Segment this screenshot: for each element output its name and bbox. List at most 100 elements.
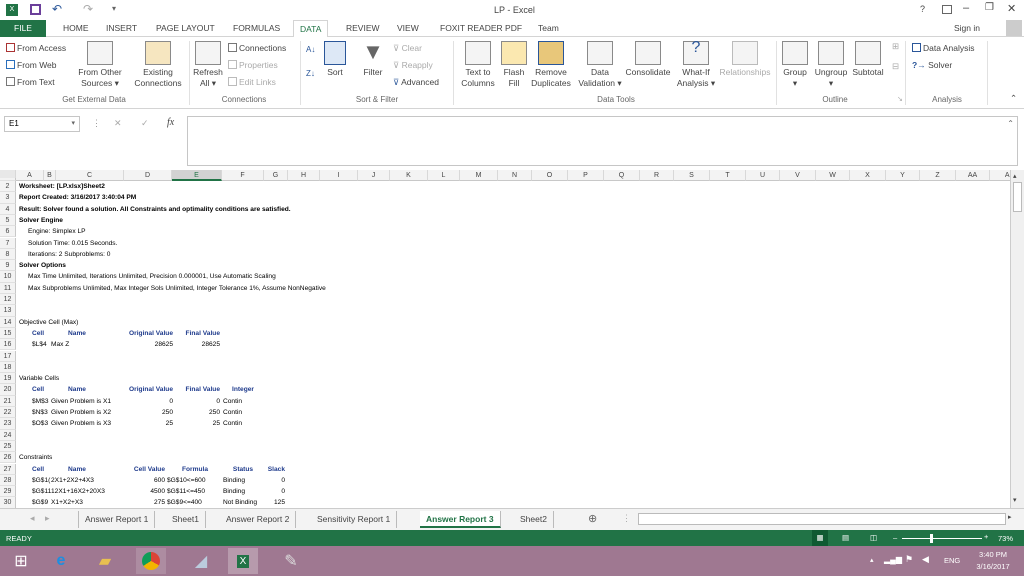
variable-cell[interactable]: $N$3 xyxy=(32,407,48,418)
objective-cell[interactable]: 28625 xyxy=(175,339,220,350)
save-icon[interactable] xyxy=(30,4,41,15)
collapse-ribbon-icon[interactable]: ⌃ xyxy=(1010,93,1017,104)
sheet-tab-sheet2[interactable]: Sheet2 xyxy=(514,511,554,528)
report-options-1[interactable]: Max Time Unlimited, Iterations Unlimited… xyxy=(28,271,276,282)
constraint-header[interactable]: Cell xyxy=(32,464,44,475)
constraints-title[interactable]: Constraints xyxy=(19,452,52,463)
sheet-tab-answer-report-2[interactable]: Answer Report 2 xyxy=(220,511,297,528)
vertical-scroll-thumb[interactable] xyxy=(1013,182,1022,212)
previous-sheet-icon[interactable]: ◂ xyxy=(30,513,35,524)
row-header-27[interactable]: 27 xyxy=(0,463,16,475)
report-worksheet[interactable]: Worksheet: [LP.xlsx]Sheet2 xyxy=(19,181,105,192)
zoom-slider[interactable] xyxy=(902,538,982,539)
minimize-button[interactable]: – xyxy=(963,2,969,14)
reapply-button[interactable]: ⊽ Reapply xyxy=(393,60,433,71)
user-avatar-icon[interactable] xyxy=(1006,20,1022,36)
normal-view-icon[interactable]: ▦ xyxy=(812,530,828,546)
report-engine-title[interactable]: Solver Engine xyxy=(19,215,63,226)
collapse-formula-bar-icon[interactable]: ⌃ xyxy=(1007,119,1014,128)
tab-file[interactable]: FILE xyxy=(0,20,46,37)
row-header-21[interactable]: 21 xyxy=(0,395,16,407)
column-header-j[interactable]: J xyxy=(358,170,390,181)
relationships-button[interactable]: Relationships xyxy=(718,41,772,78)
customize-qat-icon[interactable]: ▾ xyxy=(112,4,116,13)
sheet-tab-answer-report-1[interactable]: Answer Report 1 xyxy=(78,511,156,528)
row-header-14[interactable]: 14 xyxy=(0,316,16,328)
row-header-17[interactable]: 17 xyxy=(0,350,16,362)
file-explorer-icon[interactable]: ▰ xyxy=(90,548,120,574)
flash-fill-button[interactable]: Flash Fill xyxy=(499,41,529,89)
column-header-q[interactable]: Q xyxy=(604,170,640,181)
remove-duplicates-button[interactable]: Remove Duplicates xyxy=(527,41,575,89)
constraint-cell[interactable]: 600 xyxy=(120,475,165,486)
page-break-preview-icon[interactable]: ◫ xyxy=(870,533,877,542)
column-header-t[interactable]: T xyxy=(710,170,746,181)
zoom-in-button[interactable]: + xyxy=(984,532,988,541)
column-header-m[interactable]: M xyxy=(460,170,498,181)
column-header-c[interactable]: C xyxy=(56,170,124,181)
filter-button[interactable]: ▼ Filter xyxy=(358,41,388,78)
paint-icon[interactable]: ✎ xyxy=(276,548,306,574)
properties-button[interactable]: Properties xyxy=(228,60,278,70)
row-header-25[interactable]: 25 xyxy=(0,440,16,453)
objective-cell[interactable]: $L$4 xyxy=(32,339,47,350)
variable-header[interactable]: Cell xyxy=(32,384,44,395)
tab-view[interactable]: VIEW xyxy=(391,20,425,37)
hide-detail-icon[interactable]: ⊟ xyxy=(892,61,899,72)
objective-cell[interactable]: 28625 xyxy=(123,339,173,350)
column-header-h[interactable]: H xyxy=(288,170,320,181)
variable-cell[interactable]: $M$3 xyxy=(32,396,49,407)
row-header-6[interactable]: 6 xyxy=(0,226,16,238)
tab-page-layout[interactable]: PAGE LAYOUT xyxy=(150,20,221,37)
row-header-8[interactable]: 8 xyxy=(0,248,16,261)
undo-icon[interactable]: ↶ xyxy=(52,2,62,16)
constraint-cell[interactable]: $G$9 xyxy=(32,497,48,508)
column-header-d[interactable]: D xyxy=(124,170,172,181)
formula-input[interactable]: ⌃ xyxy=(187,116,1018,166)
column-header-o[interactable]: O xyxy=(532,170,568,181)
sort-button[interactable]: Sort xyxy=(320,41,350,78)
windows-start-icon[interactable]: ⊞ xyxy=(6,548,36,574)
row-header-9[interactable]: 9 xyxy=(0,260,16,272)
vertical-scrollbar[interactable]: ▴ ▾ xyxy=(1010,170,1024,508)
column-header-f[interactable]: F xyxy=(222,170,264,181)
objective-header[interactable]: Name xyxy=(52,328,102,339)
row-header-20[interactable]: 20 xyxy=(0,384,16,396)
variable-cell[interactable]: 0 xyxy=(175,396,220,407)
constraint-cell[interactable]: 0 xyxy=(265,486,285,497)
scroll-up-icon[interactable]: ▴ xyxy=(1013,172,1017,180)
advanced-filter-button[interactable]: ⊽ Advanced xyxy=(393,77,439,88)
row-header-11[interactable]: 11 xyxy=(0,282,16,294)
name-box[interactable]: E1 ▾ xyxy=(4,116,80,132)
constraint-cell[interactable]: $G$9<=400 xyxy=(167,497,202,508)
tab-formulas[interactable]: FORMULAS xyxy=(227,20,286,37)
worksheet-grid[interactable]: ABCDEFGHIJKLMNOPQRSTUVWXYZAAAB 123456789… xyxy=(0,170,1010,508)
next-sheet-icon[interactable]: ▸ xyxy=(45,513,50,524)
column-header-n[interactable]: N xyxy=(498,170,532,181)
row-header-4[interactable]: 4 xyxy=(0,203,16,215)
report-engine[interactable]: Engine: Simplex LP xyxy=(28,226,86,237)
row-header-23[interactable]: 23 xyxy=(0,418,16,430)
report-options-2[interactable]: Max Subproblems Unlimited, Max Integer S… xyxy=(28,283,326,294)
column-header-w[interactable]: W xyxy=(816,170,850,181)
row-header-24[interactable]: 24 xyxy=(0,429,16,441)
from-text-button[interactable]: From Text xyxy=(6,77,55,87)
edit-links-button[interactable]: Edit Links xyxy=(228,77,276,87)
column-header-e[interactable]: E xyxy=(172,170,222,181)
row-header-19[interactable]: 19 xyxy=(0,373,16,385)
row-header-10[interactable]: 10 xyxy=(0,271,16,283)
constraint-header[interactable]: Formula xyxy=(170,464,220,475)
row-header-30[interactable]: 30 xyxy=(0,497,16,508)
row-header-3[interactable]: 3 xyxy=(0,192,16,204)
sort-a-to-z-icon[interactable]: A↓ xyxy=(306,45,315,54)
row-header-26[interactable]: 26 xyxy=(0,452,16,464)
sort-z-to-a-icon[interactable]: Z↓ xyxy=(306,69,315,78)
variable-cell[interactable]: 0 xyxy=(123,396,173,407)
solver-button[interactable]: ?→ Solver xyxy=(912,60,952,70)
variable-cell[interactable]: 250 xyxy=(123,407,173,418)
enter-icon[interactable]: ✓ xyxy=(141,118,149,129)
report-result[interactable]: Result: Solver found a solution. All Con… xyxy=(19,204,291,215)
column-header-u[interactable]: U xyxy=(746,170,780,181)
chrome-icon[interactable] xyxy=(136,548,166,574)
row-header-2[interactable]: 2 xyxy=(0,181,16,193)
